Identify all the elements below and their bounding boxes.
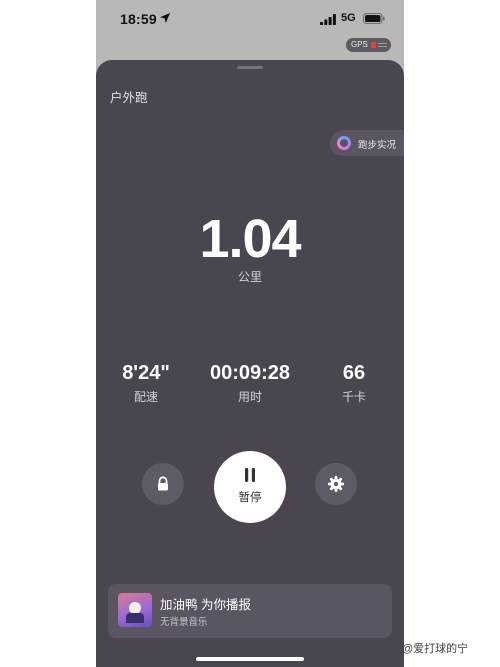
broadcast-title: 加油鸭 为你播报 — [160, 598, 251, 612]
distance-value: 1.04 — [199, 209, 301, 269]
sheet-grabber[interactable] — [237, 66, 263, 69]
gear-icon — [328, 476, 344, 492]
cellular-signal-icon — [320, 14, 336, 25]
album-art — [118, 593, 152, 627]
workout-panel: 户外跑 跑步实况 1.04 公里 8'24" 配速 00:09:28 用时 66… — [96, 60, 404, 667]
gps-label: GPS — [351, 40, 368, 49]
pause-button[interactable]: 暂停 — [214, 451, 286, 523]
gps-signal-dot — [371, 42, 376, 48]
lock-button[interactable] — [142, 463, 184, 505]
pause-icon — [245, 468, 255, 482]
duration-value: 00:09:28 — [209, 362, 291, 384]
voice-broadcast-card[interactable]: 加油鸭 为你播报 无背景音乐 — [108, 584, 392, 638]
ring-icon — [337, 136, 351, 150]
settings-button[interactable] — [315, 463, 357, 505]
lock-icon — [158, 476, 168, 491]
workout-type-title: 户外跑 — [110, 91, 148, 105]
duration-label: 用时 — [237, 390, 262, 404]
home-indicator[interactable] — [196, 657, 304, 661]
phone-screen: 18:59 5G GPS 户外跑 跑步实况 1.04 公里 8'24" 配速 0… — [96, 0, 404, 667]
watermark: @爱打球的宁 — [402, 643, 469, 655]
status-time: 18:59 — [120, 11, 157, 27]
background-music-status: 无背景音乐 — [160, 617, 208, 628]
calories-label: 千卡 — [341, 390, 366, 404]
calories-value: 66 — [342, 362, 366, 384]
network-type: 5G — [341, 12, 356, 24]
pace-label: 配速 — [133, 390, 158, 404]
gps-signal-bars — [378, 43, 387, 47]
duration-metric: 00:09:28 用时 — [200, 362, 300, 405]
run-live-button[interactable]: 跑步实况 — [330, 130, 404, 156]
gps-status-badge: GPS — [346, 38, 391, 52]
calories-metric: 66 千卡 — [304, 362, 404, 405]
run-live-label: 跑步实况 — [358, 140, 397, 151]
status-bar: 18:59 5G — [96, 0, 404, 38]
battery-icon — [363, 13, 385, 24]
pace-value: 8'24" — [122, 362, 170, 384]
location-arrow-icon — [160, 13, 170, 23]
pace-metric: 8'24" 配速 — [96, 362, 196, 405]
pause-label: 暂停 — [238, 492, 262, 504]
distance-unit: 公里 — [237, 270, 262, 284]
